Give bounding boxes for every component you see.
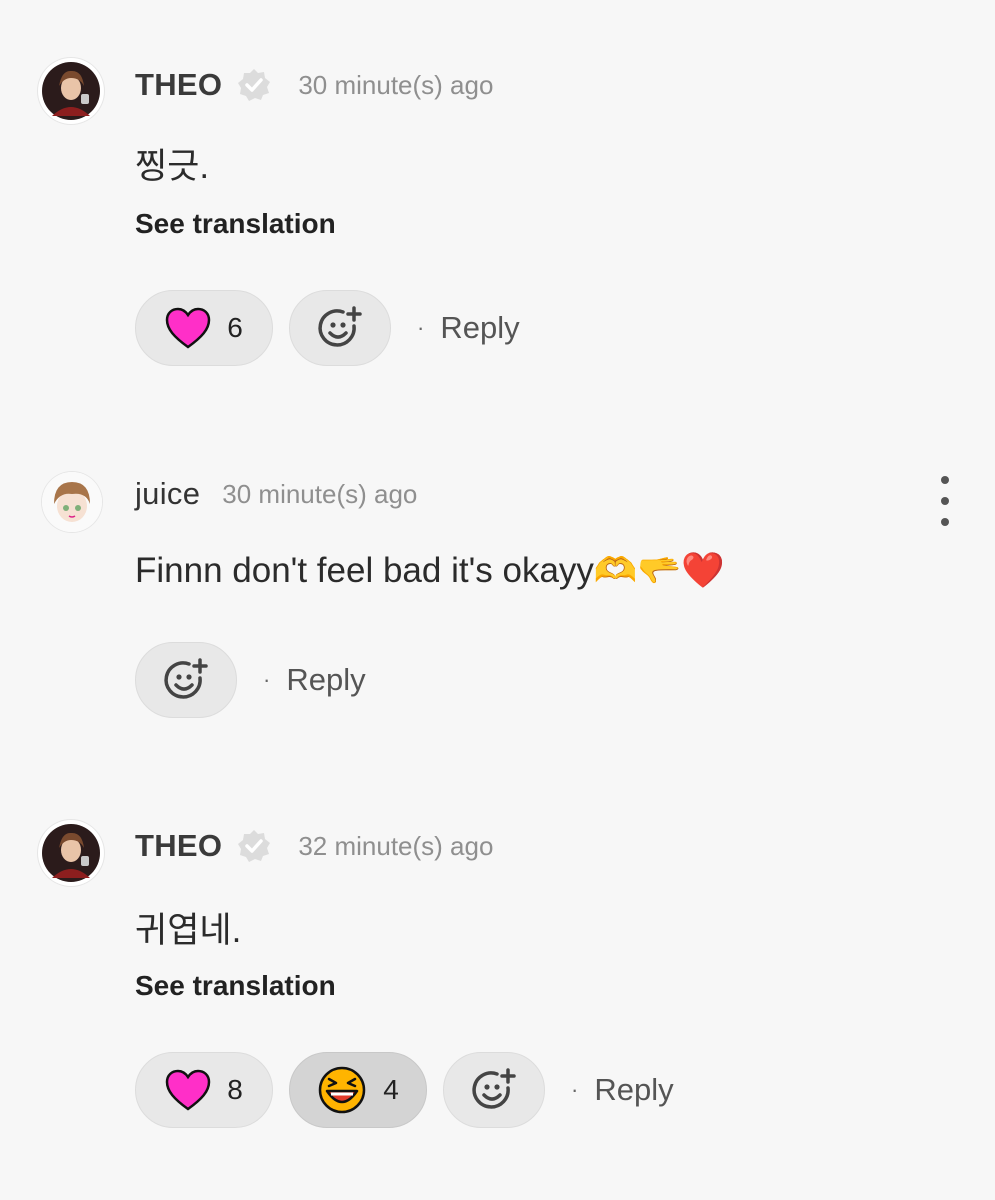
reaction-count: 6	[227, 312, 243, 343]
comment-text: 귀엽네.	[135, 911, 242, 950]
comment-text: 찡긋.	[135, 147, 210, 186]
heart-reaction-button[interactable]: 8	[135, 1052, 273, 1128]
avatar[interactable]	[42, 472, 102, 532]
reply-button[interactable]: Reply	[440, 310, 519, 346]
username[interactable]: THEO	[135, 828, 222, 864]
add-reaction-icon	[318, 306, 362, 347]
heart-icon	[165, 307, 211, 349]
timestamp: 32 minute(s) ago	[298, 830, 494, 861]
add-reaction-icon	[164, 658, 208, 699]
laughing-face-icon	[318, 1066, 366, 1114]
verified-badge-icon	[236, 67, 272, 103]
comment-thread: THEO 30 minute(s) ago 찡긋. See translatio…	[0, 0, 995, 1200]
add-reaction-icon	[472, 1068, 516, 1109]
add-reaction-button[interactable]	[443, 1052, 545, 1128]
reaction-count: 8	[227, 1074, 243, 1105]
reply-button[interactable]: Reply	[286, 662, 365, 698]
separator: ·	[263, 667, 271, 692]
add-reaction-button[interactable]	[135, 642, 237, 718]
avatar[interactable]	[38, 58, 104, 124]
add-reaction-button[interactable]	[289, 290, 391, 366]
heart-icon	[165, 1069, 211, 1111]
avatar-juice-icon	[42, 472, 102, 532]
laugh-reaction-button[interactable]: 4	[289, 1052, 427, 1128]
comment-text: Finnn don't feel bad it's okayy🫶🫳❤️	[135, 551, 725, 590]
avatar[interactable]	[38, 820, 104, 886]
reaction-count: 4	[383, 1074, 399, 1105]
username[interactable]: juice	[135, 476, 200, 512]
see-translation-link[interactable]: See translation	[135, 970, 336, 1002]
timestamp: 30 minute(s) ago	[298, 69, 494, 100]
separator: ·	[571, 1077, 579, 1102]
avatar-theo-icon	[42, 62, 100, 120]
avatar-theo-icon	[42, 824, 100, 882]
reply-button[interactable]: Reply	[594, 1072, 673, 1108]
heart-reaction-button[interactable]: 6	[135, 290, 273, 366]
see-translation-link[interactable]: See translation	[135, 208, 336, 240]
verified-badge-icon	[236, 828, 272, 864]
timestamp: 30 minute(s) ago	[222, 478, 418, 509]
more-options-icon[interactable]	[935, 476, 955, 526]
username[interactable]: THEO	[135, 67, 222, 103]
separator: ·	[417, 315, 425, 340]
